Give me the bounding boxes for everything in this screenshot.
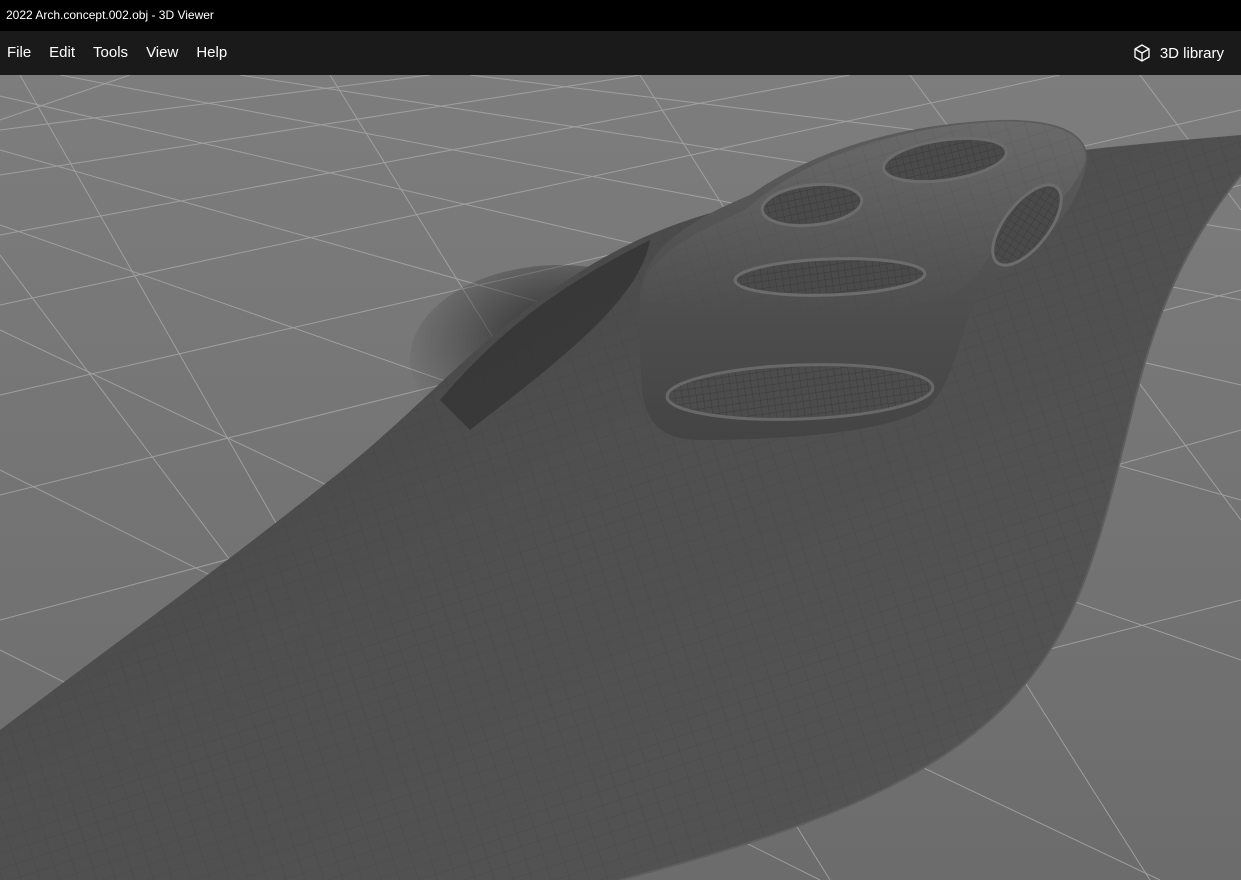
menu-file[interactable]: File	[0, 31, 38, 75]
3d-viewport[interactable]	[0, 75, 1241, 880]
menu-list: File Edit Tools View Help	[0, 31, 234, 75]
menu-tools[interactable]: Tools	[86, 31, 135, 75]
window-title: 2022 Arch.concept.002.obj - 3D Viewer	[6, 8, 214, 22]
3d-library-button[interactable]: 3D library	[1125, 31, 1231, 75]
menu-help[interactable]: Help	[189, 31, 234, 75]
3d-library-label: 3D library	[1159, 44, 1224, 62]
app-window: 2022 Arch.concept.002.obj - 3D Viewer Fi…	[0, 0, 1241, 880]
menu-view[interactable]: View	[139, 31, 185, 75]
scene-canvas[interactable]	[0, 75, 1241, 880]
menu-edit[interactable]: Edit	[42, 31, 82, 75]
title-bar: 2022 Arch.concept.002.obj - 3D Viewer	[0, 0, 1241, 31]
cube-icon	[1132, 43, 1152, 63]
menu-bar: File Edit Tools View Help 3D library	[0, 31, 1241, 75]
